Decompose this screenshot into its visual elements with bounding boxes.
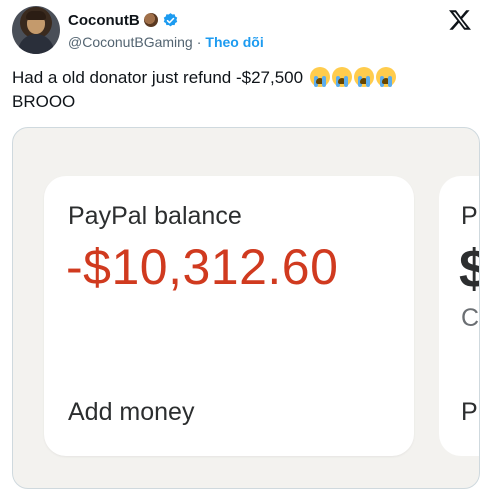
loudly-crying-face-icon: [309, 67, 330, 87]
avatar-hair-shape: [26, 11, 46, 20]
partial-card-subtext: C: [461, 304, 480, 332]
avatar[interactable]: [12, 6, 60, 54]
verified-badge-icon: [163, 12, 177, 26]
partial-card-action: P: [461, 398, 478, 426]
x-logo-icon[interactable]: [448, 8, 472, 32]
add-money-label: Add money: [68, 398, 195, 426]
separator-dot: ·: [196, 34, 202, 50]
tweet-text-continuation: BROOO: [12, 92, 76, 111]
follow-link[interactable]: Theo dõi: [205, 34, 263, 50]
handle-row: @CoconutBGaming · Theo dõi: [68, 34, 264, 50]
avatar-body-shape: [18, 34, 54, 54]
tweet-text: Had a old donator just refund -$27,500 B…: [12, 66, 472, 114]
partial-card: P $ C P: [439, 176, 480, 456]
loudly-crying-face-icon: [375, 67, 396, 87]
loudly-crying-face-icon: [331, 67, 352, 87]
tweet-header: CoconutB @CoconutBGaming · Theo dõi: [12, 6, 472, 56]
handle[interactable]: @CoconutBGaming: [68, 34, 193, 50]
balance-amount: -$10,312.60: [66, 239, 339, 295]
coconut-emoji-icon: [143, 13, 158, 27]
display-name[interactable]: CoconutB: [68, 12, 140, 29]
loudly-crying-face-icon: [353, 67, 374, 87]
partial-card-amount: $: [459, 238, 479, 300]
card-title: PayPal balance: [68, 202, 242, 230]
tweet-text-line: Had a old donator just refund -$27,500: [12, 68, 304, 87]
name-row: CoconutB: [68, 10, 179, 30]
partial-card-title: P: [461, 202, 478, 230]
paypal-balance-card: PayPal balance -$10,312.60 Add money: [44, 176, 414, 456]
media-image[interactable]: PayPal balance -$10,312.60 Add money P $…: [12, 127, 480, 489]
